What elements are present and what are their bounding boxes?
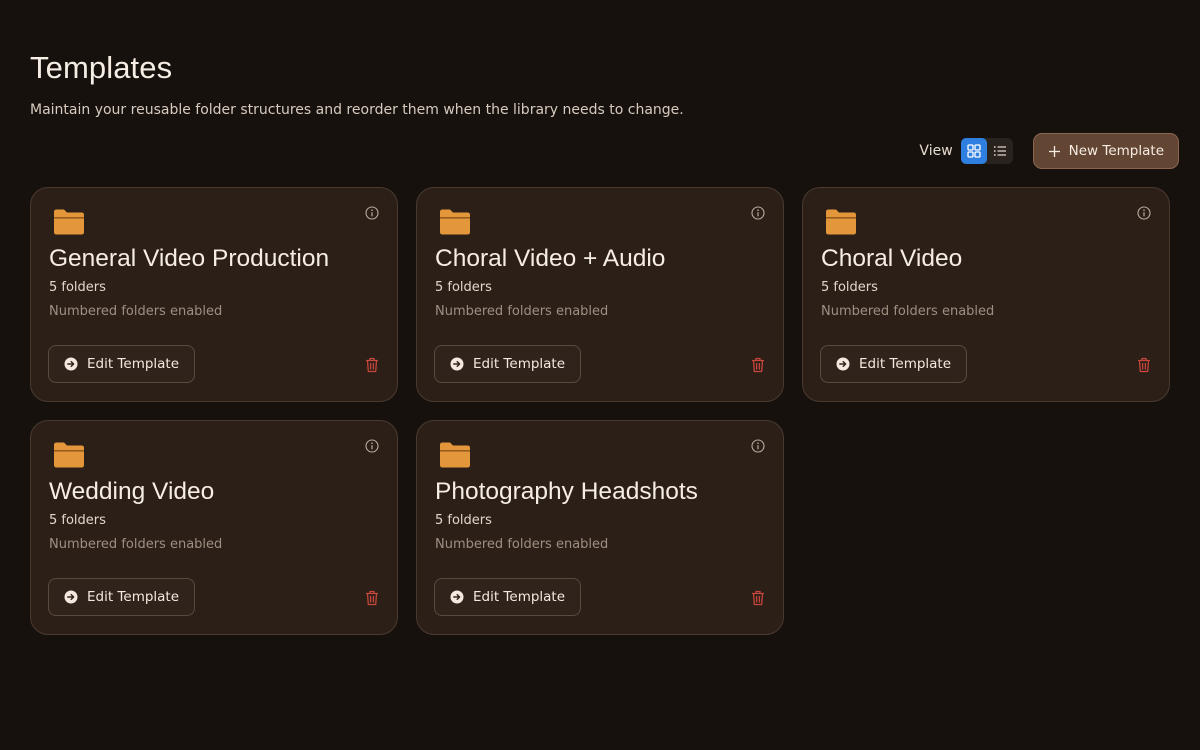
info-icon[interactable]	[751, 206, 765, 220]
folder-count: 5 folders	[49, 280, 106, 295]
grid-icon	[967, 144, 981, 158]
trash-icon[interactable]	[1137, 357, 1151, 373]
numbered-status: Numbered folders enabled	[821, 304, 995, 319]
plus-icon	[1048, 145, 1060, 157]
folder-count: 5 folders	[435, 280, 492, 295]
numbered-status: Numbered folders enabled	[435, 304, 609, 319]
trash-icon[interactable]	[365, 357, 379, 373]
edit-template-button[interactable]: Edit Template	[820, 345, 968, 383]
folder-count: 5 folders	[821, 280, 878, 295]
info-icon[interactable]	[1137, 206, 1151, 220]
folder-icon	[826, 209, 856, 235]
template-card: Wedding Video 5 folders Numbered folders…	[30, 420, 398, 635]
grid-view-button[interactable]	[960, 138, 987, 164]
info-icon[interactable]	[365, 439, 379, 453]
view-label: View	[919, 143, 953, 159]
list-view-button[interactable]	[987, 138, 1013, 164]
new-template-label: New Template	[1068, 143, 1164, 159]
template-name: General Video Production	[49, 245, 330, 272]
edit-template-label: Edit Template	[473, 589, 566, 605]
trash-icon[interactable]	[751, 357, 765, 373]
folder-icon	[54, 442, 84, 468]
trash-icon[interactable]	[751, 590, 765, 606]
edit-template-label: Edit Template	[87, 356, 180, 372]
template-name: Choral Video	[821, 245, 963, 272]
template-card: Choral Video + Audio 5 folders Numbered …	[416, 187, 784, 402]
numbered-status: Numbered folders enabled	[435, 537, 609, 552]
list-icon	[993, 146, 1006, 156]
arrow-right-circle-icon	[64, 590, 78, 604]
arrow-right-circle-icon	[450, 357, 464, 371]
arrow-right-circle-icon	[64, 357, 78, 371]
folder-count: 5 folders	[49, 513, 106, 528]
numbered-status: Numbered folders enabled	[49, 304, 223, 319]
folder-icon	[440, 442, 470, 468]
trash-icon[interactable]	[365, 590, 379, 606]
edit-template-button[interactable]: Edit Template	[48, 578, 196, 616]
edit-template-button[interactable]: Edit Template	[48, 345, 196, 383]
edit-template-button[interactable]: Edit Template	[434, 345, 582, 383]
template-name: Photography Headshots	[435, 478, 698, 505]
edit-template-label: Edit Template	[87, 589, 180, 605]
edit-template-label: Edit Template	[859, 356, 952, 372]
page-title: Templates	[30, 50, 173, 85]
templates-page: Templates Maintain your reusable folder …	[0, 0, 1200, 750]
page-subtitle: Maintain your reusable folder structures…	[30, 102, 684, 118]
info-icon[interactable]	[751, 439, 765, 453]
folder-icon	[54, 209, 84, 235]
info-icon[interactable]	[365, 206, 379, 220]
template-name: Choral Video + Audio	[435, 245, 666, 272]
folder-icon	[440, 209, 470, 235]
arrow-right-circle-icon	[450, 590, 464, 604]
template-name: Wedding Video	[49, 478, 215, 505]
folder-count: 5 folders	[435, 513, 492, 528]
template-card: Photography Headshots 5 folders Numbered…	[416, 420, 784, 635]
edit-template-button[interactable]: Edit Template	[434, 578, 582, 616]
view-toggle	[960, 138, 1013, 164]
arrow-right-circle-icon	[836, 357, 850, 371]
new-template-button[interactable]: New Template	[1032, 133, 1179, 169]
template-card: General Video Production 5 folders Numbe…	[30, 187, 398, 402]
template-grid: General Video Production 5 folders Numbe…	[30, 187, 1170, 635]
toolbar: View New Template	[919, 133, 1179, 169]
numbered-status: Numbered folders enabled	[49, 537, 223, 552]
template-card: Choral Video 5 folders Numbered folders …	[802, 187, 1170, 402]
edit-template-label: Edit Template	[473, 356, 566, 372]
